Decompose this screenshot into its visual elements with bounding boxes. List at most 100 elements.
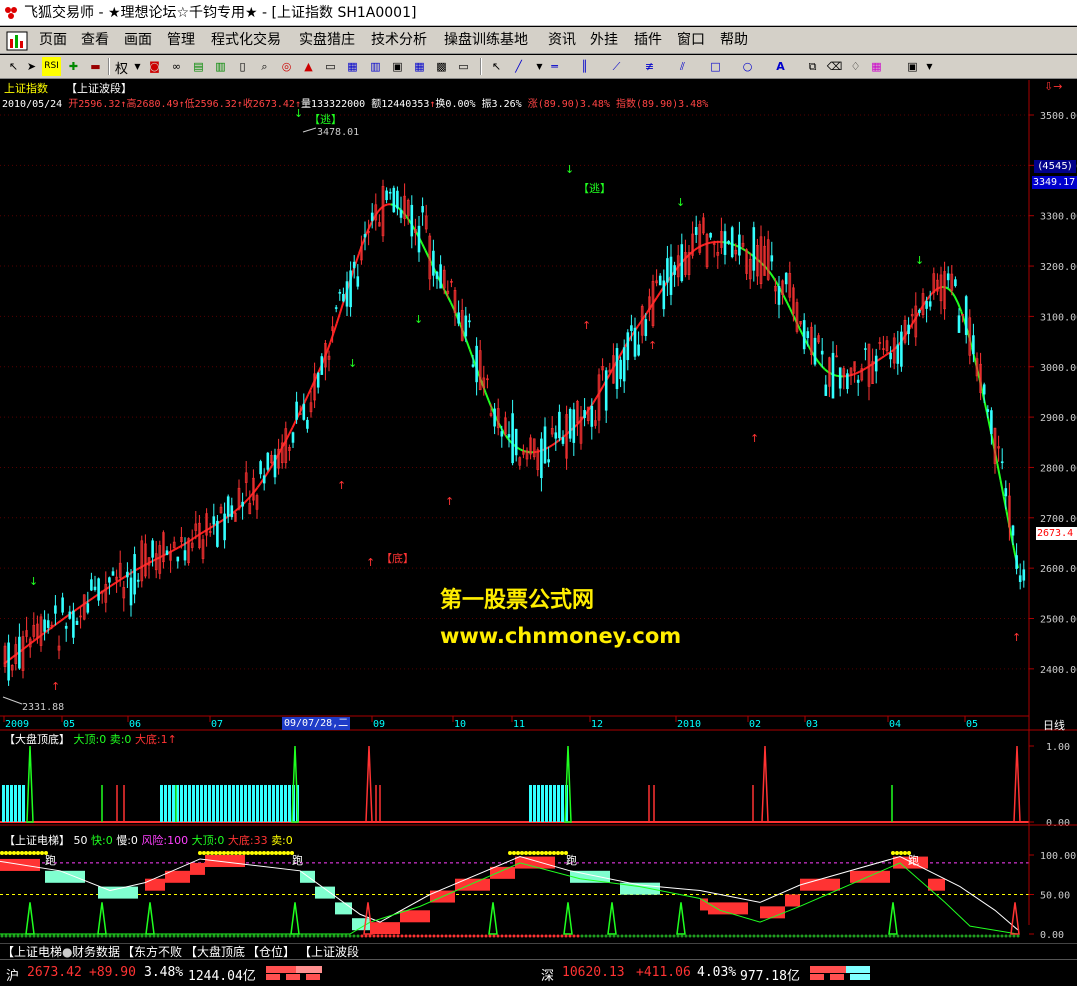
fan-tool-icon[interactable]: ⟋	[607, 57, 626, 76]
bottom-label: 【底】	[381, 552, 414, 565]
menu-item-hunt[interactable]: 实盘猎庄	[299, 31, 355, 49]
rect-tool-icon[interactable]: □	[706, 57, 725, 76]
p3-base-dot	[84, 934, 88, 938]
menu-item-window[interactable]: 窗口	[677, 31, 705, 49]
tab-wave[interactable]: 【上证波段	[299, 945, 359, 959]
menu-item-page[interactable]: 页面	[39, 31, 67, 49]
p3-base-dot	[172, 934, 176, 938]
menu-item-help[interactable]: 帮助	[720, 31, 748, 49]
arrow-icon[interactable]: ↖	[4, 57, 23, 76]
menu-item-tech-analysis[interactable]: 技术分析	[371, 31, 427, 49]
ellipse-tool-icon[interactable]: ○	[738, 57, 757, 76]
p3-base-dot	[1000, 934, 1004, 938]
tab-top-bottom[interactable]: 【大盘顶底	[185, 945, 245, 959]
book-icon[interactable]: ▯	[233, 57, 252, 76]
p3-dot	[524, 851, 528, 855]
tab-position[interactable]: 【仓位】	[247, 945, 295, 959]
p2-cyan-bar	[2, 785, 5, 822]
search-icon[interactable]: ⌕	[255, 57, 274, 76]
ma-segment	[700, 243, 705, 247]
p3-base-dot	[944, 934, 948, 938]
menu-item-news[interactable]: 资讯	[548, 31, 576, 49]
menu-item-program-trading[interactable]: 程式化交易	[211, 31, 281, 49]
candle-body	[673, 265, 676, 275]
p3-base-dot	[436, 934, 440, 938]
window-icon[interactable]: ▦	[343, 57, 362, 76]
minus-icon[interactable]: ▬	[86, 57, 105, 76]
copy-tool-icon[interactable]: ⧉	[803, 57, 822, 76]
channel-tool-icon[interactable]: ≢	[640, 57, 659, 76]
menu-item-plugins[interactable]: 插件	[634, 31, 662, 49]
p3-dot	[556, 851, 560, 855]
candle-body	[615, 348, 619, 389]
p3-step	[145, 878, 165, 891]
sheet-icon[interactable]: ▤	[189, 57, 208, 76]
text-tool-icon[interactable]: A	[771, 57, 790, 76]
p3-base-dot	[92, 934, 96, 938]
hline-tool-icon[interactable]: ═	[545, 57, 564, 76]
p3-base-dot	[0, 934, 4, 938]
pointer-tool-icon[interactable]: ↖	[487, 57, 506, 76]
candle-body	[345, 281, 349, 307]
save-dropdown-icon[interactable]: ▼	[920, 57, 939, 76]
alarm-icon[interactable]: ▲	[299, 57, 318, 76]
candle-body	[475, 345, 478, 383]
menu-item-manage[interactable]: 管理	[167, 31, 195, 49]
p3-step	[370, 922, 400, 935]
split-icon[interactable]: ▥	[366, 57, 385, 76]
target-icon[interactable]: ◎	[277, 57, 296, 76]
menu-item-screen[interactable]: 画面	[124, 31, 152, 49]
calendar-icon[interactable]: ▦	[410, 57, 429, 76]
p3-base-dot	[916, 934, 920, 938]
p2-cyan-bar	[208, 785, 211, 822]
p3-y-label: 50.00	[1040, 891, 1070, 902]
p2-cyan-bar	[18, 785, 21, 822]
candle-body	[46, 620, 50, 628]
menu-item-training[interactable]: 操盘训练基地	[444, 31, 528, 49]
candle-body	[410, 204, 414, 237]
buy-arrow-icon: ↑	[582, 319, 591, 332]
ohlc-info: 2010/05/24 开2596.32↑高2680.49↑低2596.32↑收2…	[2, 99, 709, 110]
p3-base-dot	[288, 934, 292, 938]
x-tick-label: 05	[63, 719, 75, 730]
p2-cyan-bar	[280, 785, 283, 822]
rsi-icon[interactable]: RSI	[42, 57, 61, 76]
p3-base-dot	[912, 934, 916, 938]
layout-icon[interactable]: ▣	[388, 57, 407, 76]
lock-tool-icon[interactable]: ♢	[846, 57, 865, 76]
grid-icon[interactable]: ▩	[432, 57, 451, 76]
p3-base-dot	[592, 934, 596, 938]
p3-base-dot	[500, 934, 504, 938]
rights-button[interactable]: 权	[115, 58, 128, 77]
p3-base-dot	[192, 934, 196, 938]
tab-financial[interactable]: 财务数据	[72, 945, 120, 959]
period-label[interactable]: 日线	[1043, 717, 1065, 733]
eraser-tool-icon[interactable]: ⌫	[825, 57, 844, 76]
corner-arrow-icon[interactable]: ⇩→	[1044, 80, 1062, 93]
p2-cyan-bar	[160, 785, 163, 822]
chart-icon[interactable]: ▭	[454, 57, 473, 76]
p3-base-dot	[224, 934, 228, 938]
vline-tool-icon[interactable]: ║	[575, 57, 594, 76]
p3-base-dot	[816, 934, 820, 938]
chart-type-icon[interactable]: ◙	[145, 57, 164, 76]
menu-item-plugin-ext[interactable]: 外挂	[590, 31, 618, 49]
tab-dongfang[interactable]: 【东方不败	[122, 945, 182, 959]
line-tool-icon[interactable]: ╱	[509, 57, 528, 76]
candle-body	[813, 337, 817, 365]
p3-base-dot	[168, 934, 172, 938]
menu-item-view[interactable]: 查看	[81, 31, 109, 49]
tab-elevator[interactable]: 【上证电梯	[2, 945, 62, 959]
plus-icon[interactable]: ✚	[64, 57, 83, 76]
p3-base-dot	[512, 934, 516, 938]
p2-cyan-bar	[180, 785, 183, 822]
chart-area[interactable]: ↓↓↓↓↓↓↓↑↑↑↑↑↑↑↑ 1.000.00 100.0050.000.00…	[0, 80, 1077, 943]
layers-icon[interactable]: ▭	[321, 57, 340, 76]
data-icon[interactable]: ▥	[211, 57, 230, 76]
p3-base-dot	[52, 934, 56, 938]
glasses-icon[interactable]: ∞	[167, 57, 186, 76]
cursor-icon[interactable]: ➤	[22, 57, 41, 76]
palette-icon[interactable]: ▦	[867, 57, 886, 76]
app-menu-icon[interactable]	[6, 31, 28, 51]
parallel-tool-icon[interactable]: ⫽	[673, 57, 692, 76]
